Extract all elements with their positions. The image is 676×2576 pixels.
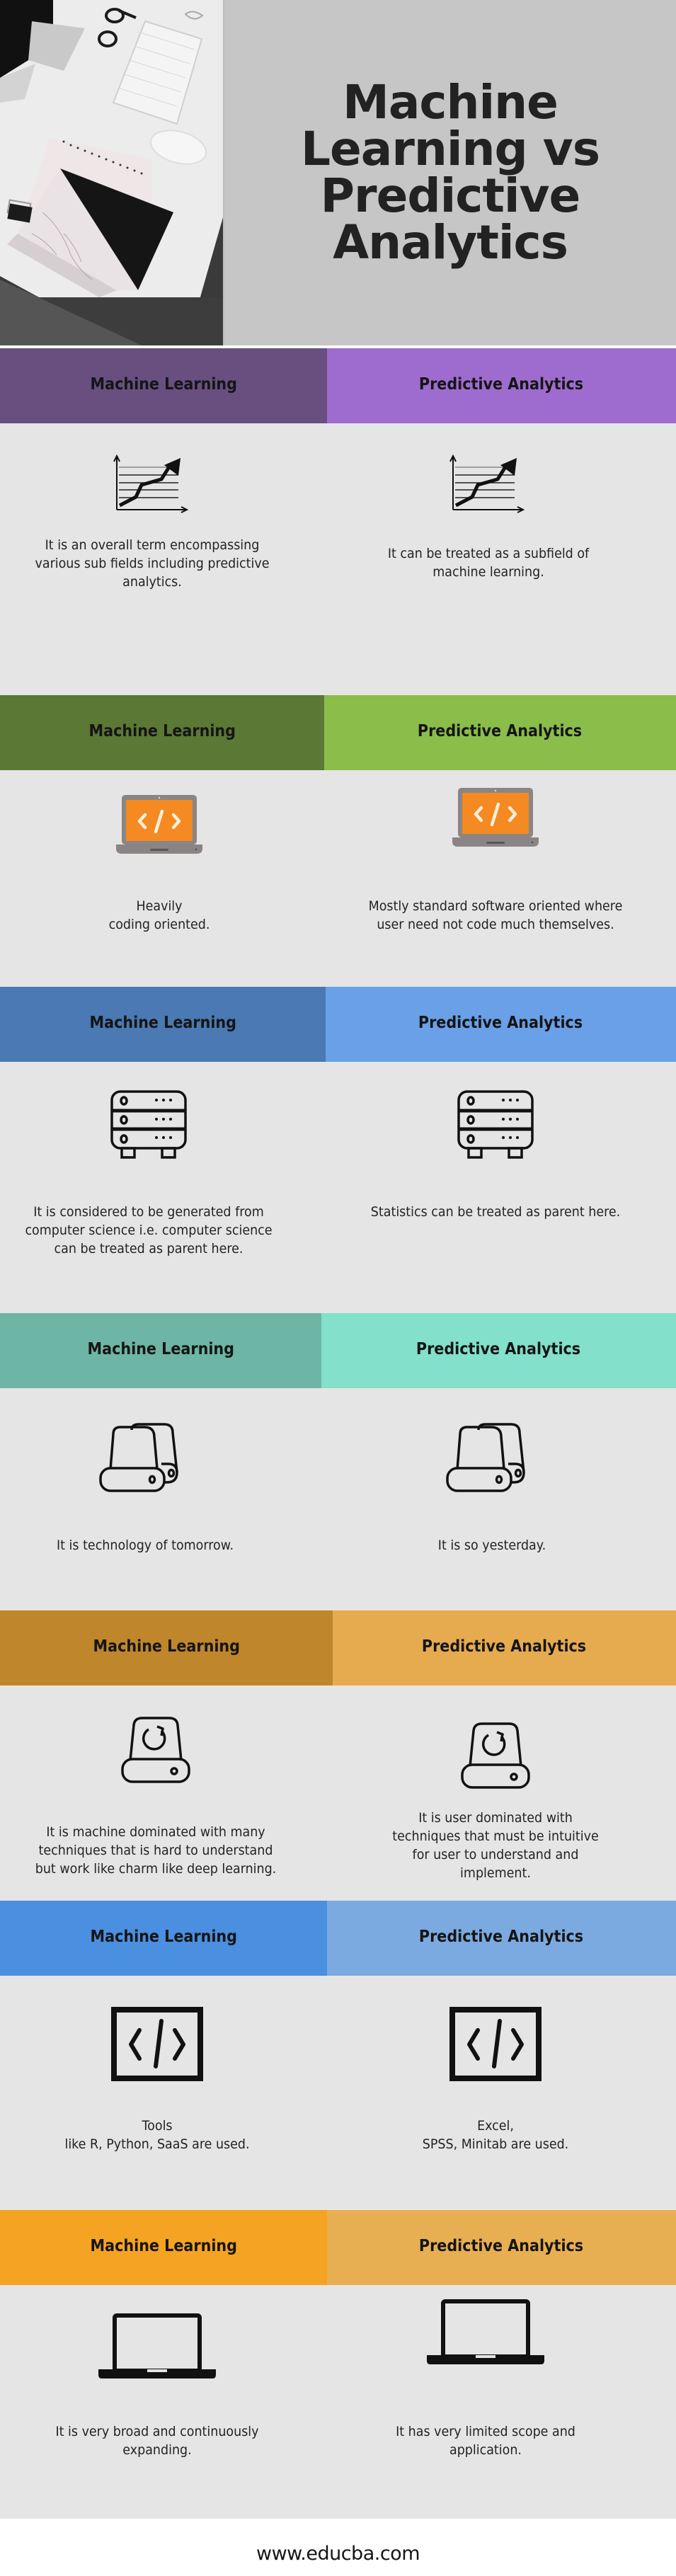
left-description: It is very broad and continuously expand… [55, 2424, 259, 2458]
header-predictive-analytics: Predictive Analytics [327, 2210, 676, 2285]
header-label: Machine Learning [89, 1014, 236, 1032]
right-description: It is user dominated with techniques tha… [392, 1810, 599, 1881]
left-description: It is technology of tomorrow. [56, 1538, 234, 1553]
trend-chart-icon [425, 454, 552, 515]
header-predictive-analytics: Predictive Analytics [326, 987, 676, 1062]
server-rack-icon [85, 1089, 212, 1160]
header-machine-learning: Machine Learning [0, 1901, 327, 1976]
desk-photo-illustration [0, 0, 224, 345]
hard-drives-icon [428, 1423, 556, 1494]
right-description: It has very limited scope and applicatio… [396, 2424, 575, 2458]
footer-url[interactable]: www.educba.com [256, 2543, 420, 2565]
left-description: It is considered to be generated from co… [25, 1204, 273, 1256]
right-description: Statistics can be treated as parent here… [370, 1204, 621, 1220]
comparison-section: Machine Learning Predictive Analytics [0, 695, 676, 987]
header-label: Predictive Analytics [416, 1340, 581, 1358]
footer: www.educba.com [0, 2519, 676, 2576]
header-predictive-analytics: Predictive Analytics [327, 1901, 676, 1976]
header-label: Machine Learning [90, 375, 237, 394]
comparison-section: Machine Learning Predictive Analytics [0, 987, 676, 1313]
header-predictive-analytics: Predictive Analytics [333, 1610, 676, 1685]
header-label: Machine Learning [90, 1928, 237, 1946]
section-header: Machine Learning Predictive Analytics [0, 987, 676, 1062]
code-window-icon [93, 2007, 221, 2081]
header-label: Predictive Analytics [419, 375, 584, 394]
right-description: It is so yesterday. [437, 1538, 546, 1553]
comparison-section: Machine Learning Predictive Analytics [0, 1313, 676, 1610]
left-description: It is machine dominated with many techni… [35, 1824, 277, 1877]
header-label: Machine Learning [87, 1340, 234, 1358]
header-label: Machine Learning [93, 1637, 240, 1656]
section-header: Machine Learning Predictive Analytics [0, 1313, 676, 1388]
drive-sync-icon [432, 1722, 559, 1790]
laptop-code-icon [96, 792, 223, 856]
section-header: Machine Learning Predictive Analytics [0, 2210, 676, 2285]
left-description: Tools like R, Python, SaaS are used. [64, 2118, 250, 2152]
right-description: Excel, SPSS, Minitab are used. [422, 2118, 569, 2152]
header-label: Predictive Analytics [418, 1014, 583, 1032]
page-title: Machine Learning vs Predictive Analytics [300, 75, 600, 270]
code-window-icon [432, 2007, 559, 2081]
header-predictive-analytics: Predictive Analytics [327, 348, 676, 423]
section-header: Machine Learning Predictive Analytics [0, 695, 676, 770]
header-label: Machine Learning [90, 2237, 237, 2255]
laptop-icon [93, 2313, 221, 2380]
header-predictive-analytics: Predictive Analytics [321, 1313, 676, 1388]
section-header: Machine Learning Predictive Analytics [0, 348, 676, 423]
header-machine-learning: Machine Learning [0, 348, 327, 423]
laptop-code-icon [432, 785, 559, 849]
section-header: Machine Learning Predictive Analytics [0, 1901, 676, 1976]
comparison-section: Machine Learning Predictive Analytics It … [0, 1610, 676, 1901]
header-label: Predictive Analytics [422, 1637, 587, 1656]
comparison-section: Machine Learning Predictive Analytics Too… [0, 1901, 676, 2210]
left-description: It is an overall term encompassing vario… [35, 537, 270, 590]
header-machine-learning: Machine Learning [0, 2210, 327, 2285]
hero-banner: Machine Learning vs Predictive Analytics [0, 0, 676, 345]
right-description: Mostly standard software oriented where … [368, 898, 623, 932]
header-label: Predictive Analytics [419, 1928, 584, 1946]
header-predictive-analytics: Predictive Analytics [324, 695, 676, 770]
right-description: It can be treated as a subfield of machi… [387, 546, 590, 580]
left-description: Heavily coding oriented. [108, 898, 210, 932]
drive-sync-icon [92, 1717, 219, 1784]
comparison-section: Machine Learning Predictive Analytics [0, 348, 676, 695]
server-rack-icon [432, 1089, 559, 1160]
hard-drives-icon [81, 1423, 209, 1494]
header-label: Predictive Analytics [419, 2237, 584, 2255]
header-machine-learning: Machine Learning [0, 695, 324, 770]
section-header: Machine Learning Predictive Analytics [0, 1610, 676, 1685]
header-label: Predictive Analytics [418, 722, 583, 740]
desk-photo [0, 0, 224, 345]
header-label: Machine Learning [88, 722, 236, 740]
header-machine-learning: Machine Learning [0, 987, 326, 1062]
trend-chart-icon [88, 454, 216, 515]
hero-title-area: Machine Learning vs Predictive Analytics [224, 0, 676, 345]
laptop-icon [422, 2299, 549, 2366]
header-machine-learning: Machine Learning [0, 1610, 333, 1685]
header-machine-learning: Machine Learning [0, 1313, 321, 1388]
comparison-section: Machine Learning Predictive Analytics It … [0, 2210, 676, 2519]
